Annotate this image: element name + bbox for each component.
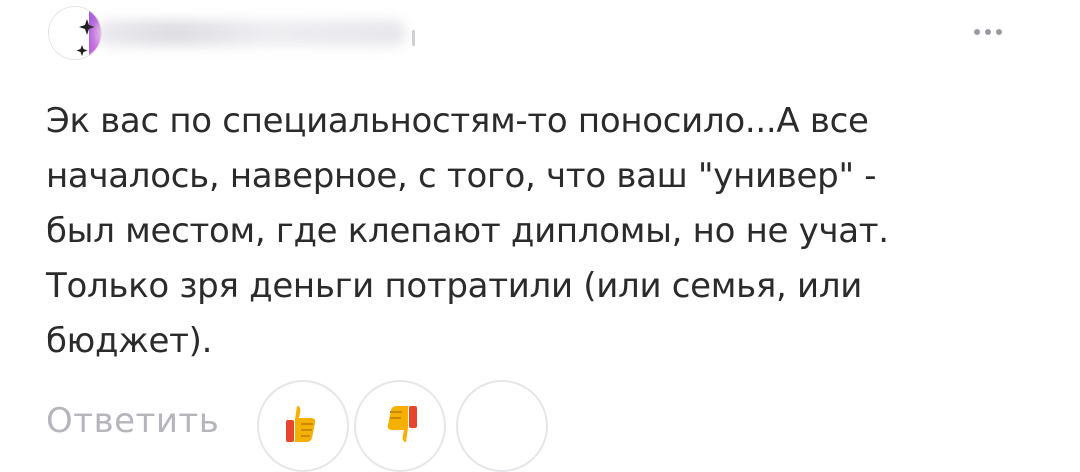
reply-button[interactable]: Ответить [46,398,219,444]
add-reaction-button[interactable] [456,380,548,472]
dislike-button[interactable] [354,380,446,472]
thumbs-down-icon [387,406,417,442]
comment-text: Эк вас по специальностям-то поносило...А… [46,101,889,361]
sparkle-avatar-icon [49,7,101,59]
header-divider [412,30,415,46]
comment-card: Эк вас по специальностям-то поносило...А… [0,0,1080,472]
thumbs-up-icon [286,406,316,442]
more-dot [996,29,1002,35]
more-options-button[interactable] [958,18,1018,46]
author-name-blurred [96,20,406,46]
like-button[interactable] [257,380,349,472]
avatar[interactable] [48,6,102,60]
more-dots-icon [974,29,980,35]
more-dot [985,29,991,35]
